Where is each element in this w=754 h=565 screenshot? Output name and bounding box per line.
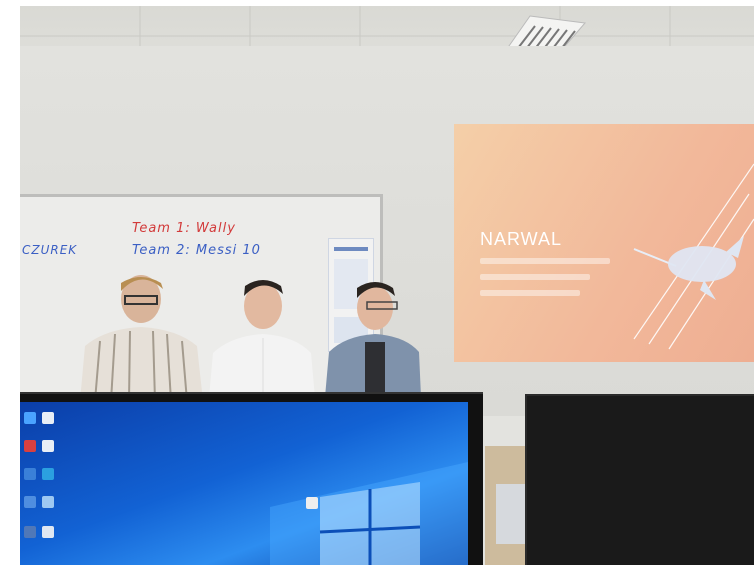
- desktop-icon[interactable]: [24, 496, 36, 508]
- person-right: [325, 282, 421, 397]
- whiteboard-team1: Team 1: Wally: [132, 221, 236, 236]
- desktop-icon[interactable]: [24, 440, 36, 452]
- desktop-icon[interactable]: [24, 468, 36, 480]
- whiteboard-team2: Team 2: Messi 10: [132, 243, 261, 258]
- desktop-screen: [20, 402, 468, 565]
- narwhal-icon: [633, 163, 754, 350]
- desktop-icon[interactable]: [42, 526, 54, 538]
- desktop-icon[interactable]: [42, 412, 54, 424]
- monitor-left: [20, 392, 483, 565]
- person-middle: [209, 280, 315, 398]
- monitor-right: [525, 394, 754, 565]
- desktop-icon[interactable]: [42, 440, 54, 452]
- photo: Team 1: Wally Team 2: Messi 10 CZUREK NA…: [20, 6, 754, 565]
- desktop-icon[interactable]: [24, 412, 36, 424]
- whiteboard-left-text: CZUREK: [22, 243, 78, 257]
- desktop-icon[interactable]: [306, 497, 318, 509]
- paper-stack: [496, 484, 526, 544]
- desktop-icon[interactable]: [42, 468, 54, 480]
- person-left: [80, 275, 203, 401]
- projected-slide: NARWAL: [454, 124, 754, 362]
- desktop-icon[interactable]: [42, 496, 54, 508]
- desktop-icon[interactable]: [24, 526, 36, 538]
- windows-logo-icon: [270, 462, 468, 565]
